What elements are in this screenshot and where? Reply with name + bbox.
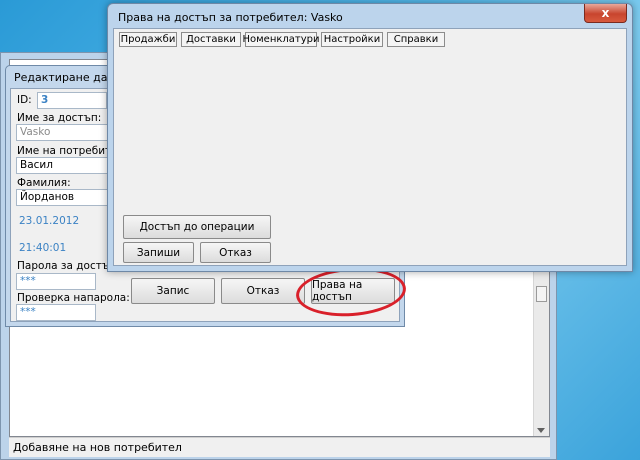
id-field: 3 bbox=[37, 92, 107, 109]
date-field: 23.01.2012 bbox=[16, 214, 108, 231]
operations-access-button[interactable]: Достъп до операции bbox=[123, 215, 271, 239]
rights-window-client: Продажби Доставки Номенклатури Настройки… bbox=[113, 28, 627, 266]
cancel-button[interactable]: Отказ bbox=[221, 278, 305, 304]
scrollbar-thumb[interactable] bbox=[536, 286, 547, 302]
access-rights-window: Права на достъп за потребител: Vasko x П… bbox=[107, 3, 633, 272]
name-field[interactable]: Васил bbox=[16, 157, 108, 174]
surname-field[interactable]: Йорданов bbox=[16, 189, 108, 206]
confirm-password-label: Проверка напарола: bbox=[17, 292, 130, 304]
save-button[interactable]: Запис bbox=[131, 278, 215, 304]
close-icon: x bbox=[601, 6, 610, 20]
time-field: 21:40:01 bbox=[16, 241, 108, 258]
tab-deliveries[interactable]: Доставки bbox=[181, 32, 241, 47]
tab-reports[interactable]: Справки bbox=[387, 32, 445, 47]
close-button[interactable]: x bbox=[584, 4, 627, 23]
confirm-password-field[interactable]: *** bbox=[16, 304, 96, 321]
username-label: Име за достъп: bbox=[17, 112, 102, 124]
password-label: Парола за достъп: bbox=[17, 260, 120, 272]
id-label: ID: bbox=[17, 94, 32, 106]
scroll-down-arrow-icon[interactable] bbox=[537, 428, 545, 433]
status-bar: Добавяне на нов потребител bbox=[9, 437, 550, 457]
rights-cancel-button[interactable]: Отказ bbox=[200, 242, 271, 263]
username-field[interactable]: Vasko bbox=[16, 124, 108, 141]
tab-sales[interactable]: Продажби bbox=[119, 32, 177, 47]
rights-window-title: Права на достъп за потребител: Vasko bbox=[118, 11, 343, 24]
tab-nomenclatures[interactable]: Номенклатури bbox=[242, 32, 320, 47]
edit-dialog-title: Редактиране данни н bbox=[14, 71, 114, 84]
status-text: Добавяне на нов потребител bbox=[13, 441, 182, 454]
tab-settings[interactable]: Настройки bbox=[321, 32, 383, 47]
rights-save-button[interactable]: Запиши bbox=[123, 242, 194, 263]
password-field[interactable]: *** bbox=[16, 273, 96, 290]
surname-label: Фамилия: bbox=[17, 177, 71, 189]
